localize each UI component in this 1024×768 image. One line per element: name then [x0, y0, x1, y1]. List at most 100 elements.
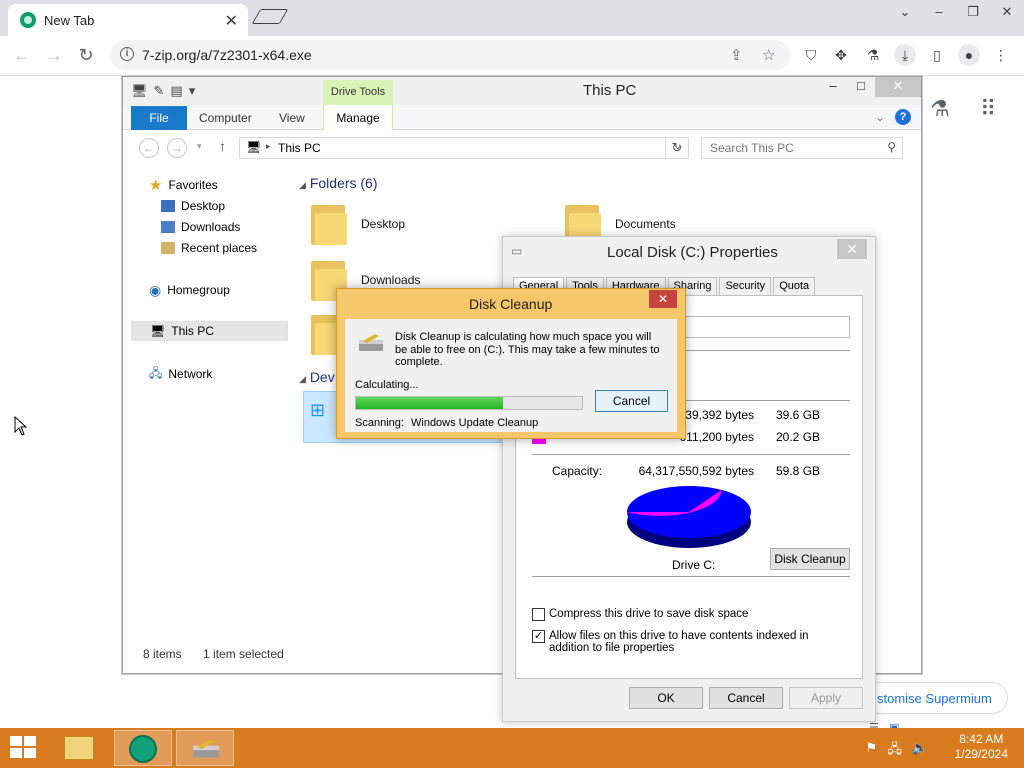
- taskbar-disk-cleanup[interactable]: [176, 730, 234, 766]
- index-checkbox-row[interactable]: ✓ Allow files on this drive to have cont…: [532, 630, 832, 654]
- properties-title: Local Disk (C:) Properties: [607, 244, 778, 261]
- menu-kebab-icon[interactable]: ⋮: [990, 44, 1012, 66]
- apply-button[interactable]: Apply: [789, 687, 863, 709]
- nav-network[interactable]: 🖧 Network: [149, 364, 212, 384]
- properties-icon[interactable]: ✎: [154, 83, 165, 99]
- url-text[interactable]: 7-zip.org/a/7z2301-x64.exe: [142, 47, 312, 63]
- customise-supermium-button[interactable]: stomise Supermium: [860, 682, 1008, 714]
- explorer-titlebar: 🖥 ✎ ▤ ▾ Drive Tools This PC – □ ✕: [123, 77, 921, 105]
- side-panel-icon[interactable]: ▯: [926, 44, 948, 66]
- ribbon-right-controls: ⌄ ?: [875, 109, 911, 125]
- extensions-puzzle-icon[interactable]: ✥: [830, 44, 852, 66]
- refresh-button[interactable]: ↻: [665, 137, 689, 159]
- help-icon[interactable]: ?: [895, 109, 911, 125]
- cancel-button[interactable]: Cancel: [709, 687, 783, 709]
- devices-group-header[interactable]: ◢ Dev: [299, 369, 335, 385]
- index-checkbox[interactable]: ✓: [532, 630, 545, 643]
- folders-group-header[interactable]: ◢ Folders (6): [299, 175, 378, 191]
- progress-bar: [355, 396, 583, 410]
- folder-downloads[interactable]: Downloads: [361, 273, 420, 287]
- back-arrow-icon[interactable]: ←: [10, 44, 34, 68]
- tab-search-icon[interactable]: ⌄: [888, 0, 922, 24]
- taskbar-clock[interactable]: 8:42 AM 1/29/2024: [955, 732, 1008, 762]
- new-folder-icon[interactable]: ▤: [170, 83, 182, 99]
- maximize-button[interactable]: □: [847, 77, 875, 97]
- ok-button[interactable]: OK: [629, 687, 703, 709]
- chevron-right-icon[interactable]: ▸: [266, 141, 271, 152]
- computer-icon[interactable]: 🖥: [131, 83, 148, 99]
- folder-icon[interactable]: [311, 201, 347, 245]
- index-label: Allow files on this drive to have conten…: [549, 630, 809, 654]
- disk-cleanup-icon: [193, 739, 219, 758]
- nav-favorites[interactable]: ★ Favorites: [149, 175, 218, 195]
- folder-documents[interactable]: Documents: [615, 217, 676, 231]
- close-button[interactable]: ✕: [990, 0, 1024, 24]
- close-button[interactable]: ✕: [649, 290, 677, 308]
- tab-view[interactable]: View: [279, 111, 305, 125]
- address-box[interactable]: 🖥 ▸ This PC ⌄: [239, 137, 689, 159]
- folder-desktop[interactable]: Desktop: [361, 217, 405, 231]
- browser-tab-new-tab[interactable]: New Tab ✕: [8, 4, 248, 36]
- address-text: This PC: [278, 141, 321, 155]
- nav-desktop[interactable]: Desktop: [161, 196, 225, 216]
- nav-downloads[interactable]: Downloads: [161, 217, 240, 237]
- reload-icon[interactable]: ↻: [74, 44, 98, 68]
- close-button[interactable]: ✕: [837, 239, 867, 259]
- scanning-status: Scanning: Windows Update Cleanup: [355, 417, 538, 429]
- forward-arrow-icon[interactable]: →: [167, 138, 187, 158]
- apps-grid-icon[interactable]: ⠿: [980, 96, 996, 122]
- volume-muted-icon[interactable]: 🔈: [912, 740, 928, 762]
- nav-label: Network: [168, 367, 213, 381]
- profile-avatar-icon[interactable]: ●: [958, 44, 980, 66]
- nav-this-pc[interactable]: 🖥 This PC: [131, 321, 288, 341]
- expand-ribbon-icon[interactable]: ⌄: [875, 110, 885, 124]
- tab-quota[interactable]: Quota: [773, 277, 816, 295]
- taskbar-file-explorer[interactable]: [50, 730, 108, 766]
- disk-cleanup-title: Disk Cleanup: [469, 296, 553, 312]
- tab-file[interactable]: File: [131, 106, 187, 130]
- capacity-bytes: 64,317,550,592 bytes: [638, 464, 754, 478]
- compress-checkbox-row[interactable]: Compress this drive to save disk space: [532, 608, 748, 621]
- close-button[interactable]: ✕: [875, 77, 921, 97]
- minimize-button[interactable]: –: [819, 77, 847, 97]
- download-icon[interactable]: ⤓: [894, 44, 916, 66]
- address-bar[interactable]: i 7-zip.org/a/7z2301-x64.exe ⇪ ☆: [110, 40, 790, 70]
- group-label: Folders (6): [309, 175, 378, 191]
- forward-arrow-icon[interactable]: →: [42, 44, 66, 68]
- tab-manage[interactable]: Manage: [323, 105, 393, 130]
- cancel-button[interactable]: Cancel: [595, 390, 668, 412]
- nav-homegroup[interactable]: ◉ Homegroup: [149, 280, 230, 300]
- collapse-icon[interactable]: ◢: [299, 180, 306, 190]
- tab-security[interactable]: Security: [719, 277, 772, 295]
- used-gb: 39.6 GB: [776, 408, 821, 422]
- disk-cleanup-button[interactable]: Disk Cleanup: [770, 548, 850, 570]
- explorer-window-controls: – □ ✕: [819, 77, 921, 97]
- windows-start-icon[interactable]: [10, 736, 38, 760]
- tab-computer[interactable]: Computer: [199, 111, 252, 125]
- used-bytes: 939,392 bytes: [678, 408, 754, 422]
- status-bar: 8 items 1 item selected: [143, 647, 284, 661]
- minimize-button[interactable]: –: [922, 0, 956, 24]
- labs-flask-icon[interactable]: ⚗: [930, 96, 950, 122]
- labs-flask-icon[interactable]: ⚗: [862, 44, 884, 66]
- action-center-flag-icon[interactable]: ⚑: [866, 740, 878, 762]
- back-arrow-icon[interactable]: ←: [139, 138, 159, 158]
- network-icon[interactable]: 🖧: [887, 740, 902, 762]
- up-arrow-icon[interactable]: ↑: [219, 138, 226, 154]
- taskbar-supermium[interactable]: [114, 730, 172, 766]
- tab-close-icon[interactable]: ✕: [225, 11, 238, 31]
- separator: [532, 454, 850, 455]
- bookmark-star-icon[interactable]: ☆: [762, 46, 775, 64]
- chevron-down-icon[interactable]: ▾: [189, 83, 196, 99]
- recent-locations-icon[interactable]: ▾: [197, 141, 202, 152]
- nav-recent-places[interactable]: Recent places: [161, 238, 257, 258]
- share-icon[interactable]: ⇪: [730, 46, 743, 64]
- compress-checkbox[interactable]: [532, 608, 545, 621]
- new-tab-button[interactable]: [251, 9, 289, 24]
- collapse-icon[interactable]: ◢: [299, 374, 306, 384]
- search-input[interactable]: Search This PC ⚲: [701, 137, 903, 159]
- restore-button[interactable]: ❐: [956, 0, 990, 24]
- network-icon: 🖧: [149, 365, 163, 380]
- ublock-icon[interactable]: ⛉: [800, 44, 822, 66]
- site-info-icon[interactable]: i: [120, 47, 134, 61]
